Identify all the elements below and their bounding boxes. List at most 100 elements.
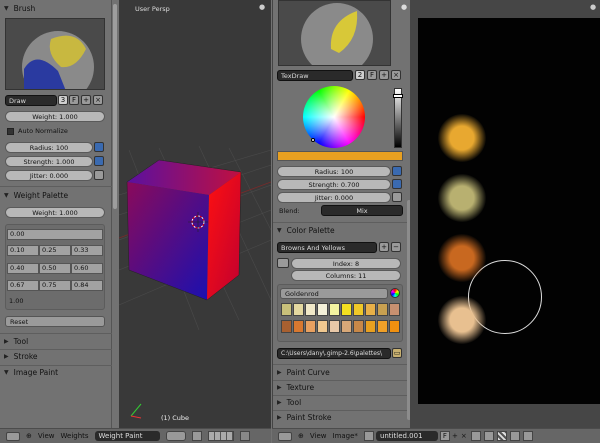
remove-palette-icon[interactable]: − bbox=[391, 242, 401, 252]
folder-icon[interactable]: ▭ bbox=[392, 348, 402, 358]
weight-value-cell[interactable]: 0.10 bbox=[7, 245, 39, 256]
palette-color-swatch[interactable] bbox=[317, 303, 328, 316]
weight-value-cell[interactable]: 0.50 bbox=[39, 263, 71, 274]
brush-name-field[interactable]: Draw bbox=[5, 95, 57, 106]
image-pin-icon[interactable] bbox=[470, 431, 481, 441]
palette-columns-field[interactable]: Columns: 11 bbox=[291, 270, 401, 281]
image-new-icon[interactable]: + bbox=[452, 432, 458, 440]
value-slider-handle[interactable] bbox=[393, 94, 403, 98]
image-unlink-icon[interactable]: × bbox=[461, 432, 467, 440]
layers-icon[interactable] bbox=[207, 431, 234, 441]
3d-viewport[interactable]: User Persp ● (1) Cube bbox=[119, 0, 271, 428]
image-menu[interactable]: Image* bbox=[333, 432, 358, 440]
left-panel-scrollbar[interactable] bbox=[113, 4, 117, 209]
palette-path-field[interactable]: C:\Users\dany\.gimp-2.6\palettes\ bbox=[277, 348, 391, 359]
radius-slider[interactable]: Radius: 100 bbox=[5, 142, 93, 153]
weight-value-cell[interactable]: 0.33 bbox=[71, 245, 103, 256]
texture-strength-pressure-icon[interactable] bbox=[392, 179, 402, 189]
image-display-channels-icon[interactable] bbox=[496, 431, 507, 441]
new-brush-icon[interactable]: + bbox=[81, 95, 91, 105]
fake-user-button[interactable]: F bbox=[69, 95, 79, 105]
weight-value-cell[interactable]: 0.67 bbox=[7, 280, 39, 291]
unlink-texture-brush-icon[interactable]: × bbox=[391, 70, 401, 80]
palette-color-swatch[interactable] bbox=[353, 320, 364, 333]
palette-color-swatch[interactable] bbox=[377, 320, 388, 333]
texture-jitter-slider[interactable]: Jitter: 0.000 bbox=[277, 192, 391, 203]
image-paint-header[interactable]: ▼ Image Paint bbox=[0, 366, 112, 379]
texture-radius-pressure-icon[interactable] bbox=[392, 166, 402, 176]
current-color-swatch[interactable] bbox=[277, 151, 403, 161]
palette-color-swatch[interactable] bbox=[389, 320, 400, 333]
palette-color-swatch[interactable] bbox=[389, 303, 400, 316]
add-palette-icon[interactable]: + bbox=[379, 242, 389, 252]
tool-panel-header[interactable]: ▶ Tool bbox=[0, 335, 112, 348]
texture-strength-slider[interactable]: Strength: 0.700 bbox=[277, 179, 391, 190]
texture-header[interactable]: ▶ Texture bbox=[273, 381, 409, 394]
editor-type-icon[interactable] bbox=[6, 431, 20, 441]
color-name-field[interactable]: Goldenrod bbox=[280, 288, 388, 299]
blend-mode-dropdown[interactable]: Mix bbox=[321, 205, 403, 216]
palette-weight-slider[interactable]: Weight: 1.000 bbox=[5, 207, 105, 218]
brush-preview[interactable] bbox=[5, 18, 105, 90]
image-browse-icon[interactable] bbox=[363, 431, 374, 441]
paint-curve-header[interactable]: ▶ Paint Curve bbox=[273, 366, 409, 379]
image-alpha-icon[interactable] bbox=[509, 431, 520, 441]
image-editor[interactable]: ● bbox=[410, 0, 600, 428]
weights-menu[interactable]: Weights bbox=[61, 432, 89, 440]
weight-value-cell[interactable]: 0.40 bbox=[7, 263, 39, 274]
palette-list-icon[interactable] bbox=[277, 258, 289, 268]
image-lock-icon[interactable] bbox=[522, 431, 533, 441]
auto-normalize-checkbox[interactable] bbox=[7, 128, 14, 135]
palette-selector[interactable]: Browns And Yellows bbox=[277, 242, 377, 253]
weight-value-cell[interactable]: 0.60 bbox=[71, 263, 103, 274]
weight-value-cell[interactable]: 0.84 bbox=[71, 280, 103, 291]
weight-value-max[interactable]: 1.00 bbox=[9, 297, 23, 305]
palette-color-swatch[interactable] bbox=[293, 320, 304, 333]
jitter-slider[interactable]: Jitter: 0.000 bbox=[5, 170, 93, 181]
weight-slider[interactable]: Weight: 1.000 bbox=[5, 111, 105, 122]
image-view-menu[interactable]: View bbox=[310, 432, 327, 440]
palette-color-swatch[interactable] bbox=[365, 320, 376, 333]
image-name-field[interactable]: untitled.001 bbox=[375, 431, 438, 441]
eyedropper-icon[interactable] bbox=[390, 288, 400, 298]
pivot-icon[interactable] bbox=[191, 431, 202, 441]
weight-palette-header[interactable]: ▼ Weight Palette bbox=[0, 189, 112, 202]
texture-fake-user-button[interactable]: F bbox=[367, 70, 377, 80]
palette-color-swatch[interactable] bbox=[281, 303, 292, 316]
editor-corner-icon[interactable]: ● bbox=[590, 3, 596, 11]
palette-color-swatch[interactable] bbox=[293, 303, 304, 316]
shading-selector-icon[interactable] bbox=[165, 431, 186, 441]
palette-color-swatch[interactable] bbox=[341, 320, 352, 333]
color-palette-header[interactable]: ▼ Color Palette bbox=[273, 224, 409, 237]
image-fake-user-button[interactable]: F bbox=[439, 431, 450, 441]
texture-brush-name-field[interactable]: TexDraw bbox=[277, 70, 353, 81]
weight-value-cell[interactable]: 0.00 bbox=[7, 229, 103, 240]
palette-color-swatch[interactable] bbox=[329, 320, 340, 333]
texture-radius-slider[interactable]: Radius: 100 bbox=[277, 166, 391, 177]
grid-icon[interactable] bbox=[239, 431, 250, 441]
palette-color-swatch[interactable] bbox=[365, 303, 376, 316]
palette-color-swatch[interactable] bbox=[341, 303, 352, 316]
palette-color-swatch[interactable] bbox=[329, 303, 340, 316]
panel-corner-icon[interactable]: ● bbox=[401, 3, 407, 11]
mode-selector[interactable]: Weight Paint bbox=[94, 431, 160, 441]
weight-value-cell[interactable]: 0.25 bbox=[39, 245, 71, 256]
view-menu[interactable]: View bbox=[38, 432, 55, 440]
radius-pressure-icon[interactable] bbox=[94, 142, 104, 152]
palette-color-swatch[interactable] bbox=[377, 303, 388, 316]
palette-color-swatch[interactable] bbox=[317, 320, 328, 333]
palette-color-swatch[interactable] bbox=[305, 320, 316, 333]
image-menu-toggle-icon[interactable]: ⊕ bbox=[298, 432, 304, 440]
paint-stroke-header[interactable]: ▶ Paint Stroke bbox=[273, 411, 409, 424]
palette-index-field[interactable]: Index: 8 bbox=[291, 258, 401, 269]
reset-button[interactable]: Reset bbox=[5, 316, 105, 327]
jitter-pressure-icon[interactable] bbox=[94, 170, 104, 180]
strength-pressure-icon[interactable] bbox=[94, 156, 104, 166]
strength-slider[interactable]: Strength: 1.000 bbox=[5, 156, 93, 167]
menu-toggle-icon[interactable]: ⊕ bbox=[26, 432, 32, 440]
mid-tool-header[interactable]: ▶ Tool bbox=[273, 396, 409, 409]
weight-value-cell[interactable]: 0.75 bbox=[39, 280, 71, 291]
stroke-panel-header[interactable]: ▶ Stroke bbox=[0, 350, 112, 363]
brush-preview-texture[interactable] bbox=[278, 0, 391, 66]
palette-color-swatch[interactable] bbox=[305, 303, 316, 316]
